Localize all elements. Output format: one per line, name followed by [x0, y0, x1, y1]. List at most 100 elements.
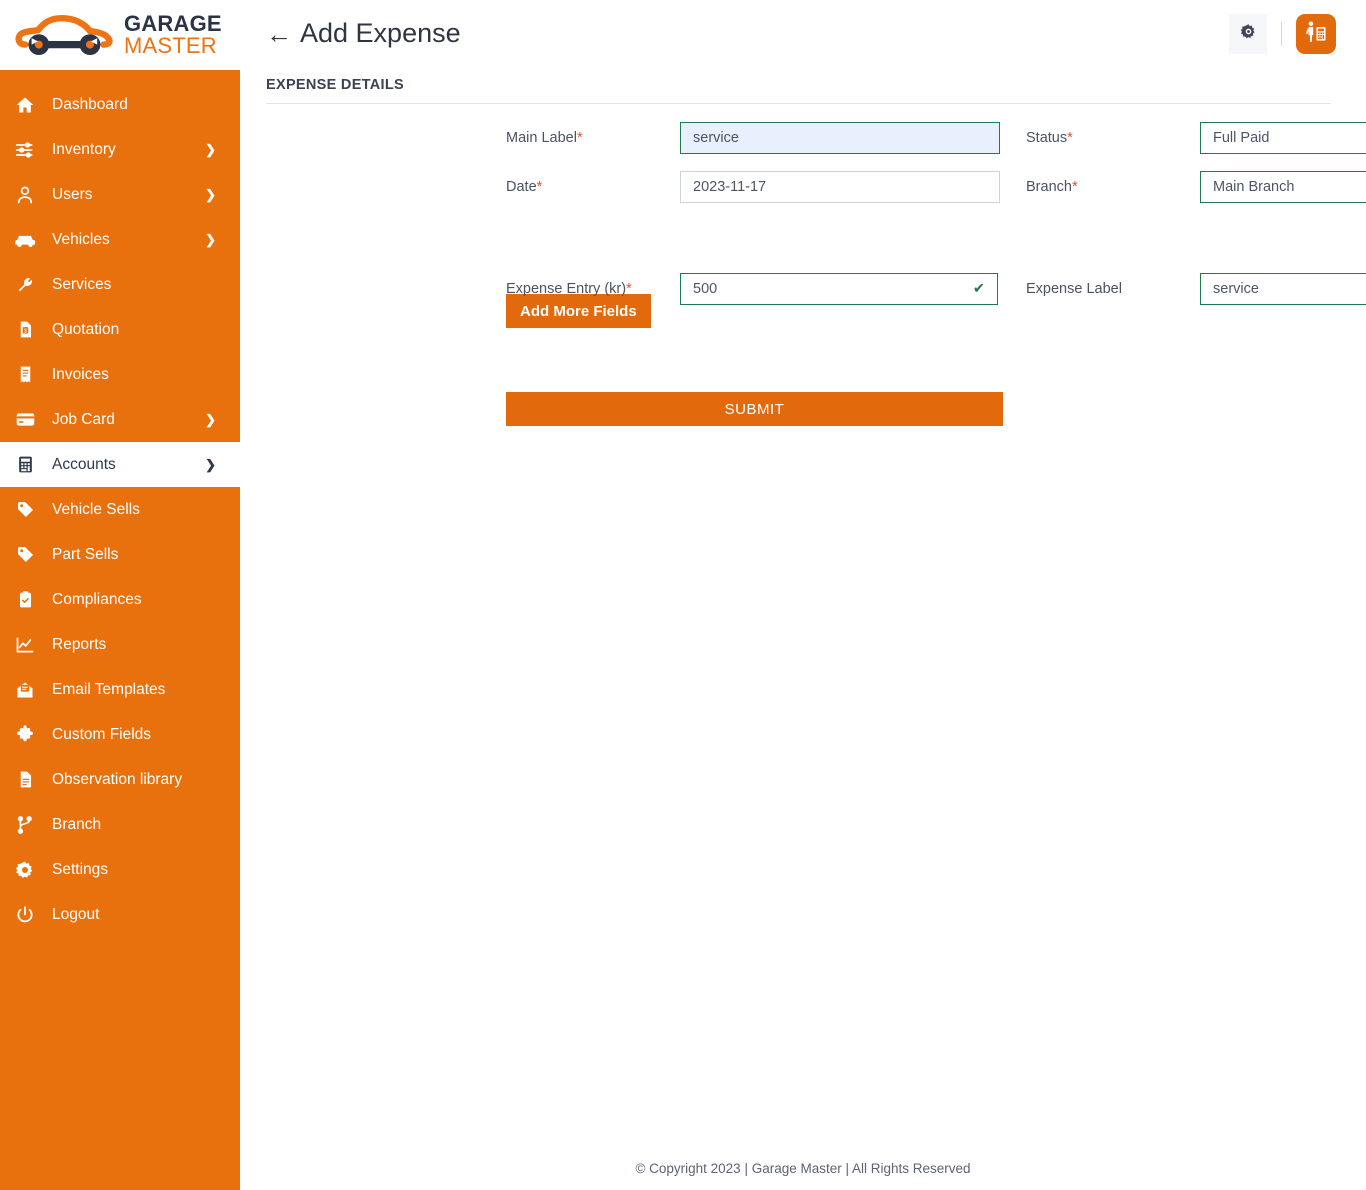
sidebar-item-branch[interactable]: Branch [0, 802, 240, 847]
sidebar-item-label: Accounts [52, 456, 116, 474]
sidebar-item-label: Email Templates [52, 681, 165, 699]
main-label-input[interactable]: service [680, 122, 1000, 154]
tag-icon [14, 544, 36, 566]
field-row-expense-label: Expense Label service ✔ [1026, 273, 1366, 305]
sidebar-item-label: Observation library [52, 771, 182, 789]
sliders-icon [14, 139, 36, 161]
sidebar-item-observation-library[interactable]: Observation library [0, 757, 240, 802]
sidebar-item-custom-fields[interactable]: Custom Fields [0, 712, 240, 757]
sidebar-item-inventory[interactable]: Inventory ❯ [0, 127, 240, 172]
accountant-icon [1303, 19, 1329, 50]
brand-line-2: MASTER [124, 35, 222, 57]
sidebar-item-label: Quotation [52, 321, 119, 339]
field-row-date: Date* 2023-11-17 [506, 171, 1000, 203]
tag-icon [14, 499, 36, 521]
submit-button[interactable]: SUBMIT [506, 392, 1003, 426]
page-title-text: Add Expense [300, 18, 461, 49]
user-icon [14, 184, 36, 206]
gear-icon [14, 859, 36, 881]
chevron-right-icon: ❯ [205, 187, 216, 203]
sidebar-item-label: Logout [52, 906, 99, 924]
field-row-main-label: Main Label* service [506, 122, 1000, 154]
main-label-label: Main Label* [506, 130, 680, 146]
page-title: ← Add Expense [266, 18, 461, 49]
sidebar-item-accounts[interactable]: Accounts ❯ [0, 442, 240, 487]
sidebar-item-invoices[interactable]: Invoices [0, 352, 240, 397]
accountant-button[interactable] [1296, 14, 1336, 54]
expense-entry-value: 500 [693, 281, 717, 297]
file-icon [14, 769, 36, 791]
branch-select[interactable]: Main Branch ✔ [1200, 171, 1366, 203]
sidebar-item-vehicles[interactable]: Vehicles ❯ [0, 217, 240, 262]
invoice-icon [14, 364, 36, 386]
sidebar-item-users[interactable]: Users ❯ [0, 172, 240, 217]
required-marker: * [577, 130, 583, 146]
main-content: EXPENSE DETAILS Main Label* service Stat… [240, 70, 1366, 1190]
wrench-icon [14, 274, 36, 296]
sidebar-item-label: Compliances [52, 591, 142, 609]
sidebar-item-email-templates[interactable]: Email Templates [0, 667, 240, 712]
status-select[interactable]: Full Paid ✔ [1200, 122, 1366, 154]
sidebar-item-label: Reports [52, 636, 106, 654]
settings-button[interactable] [1229, 14, 1267, 54]
branch-label: Branch* [1026, 179, 1200, 195]
sidebar-item-reports[interactable]: Reports [0, 622, 240, 667]
label-text: Status [1026, 130, 1067, 146]
section-divider [266, 103, 1330, 104]
chart-line-icon [14, 634, 36, 656]
sidebar-item-logout[interactable]: Logout [0, 892, 240, 937]
label-text: Branch [1026, 179, 1072, 195]
sidebar-item-part-sells[interactable]: Part Sells [0, 532, 240, 577]
sidebar-item-label: Services [52, 276, 111, 294]
chevron-right-icon: ❯ [205, 142, 216, 158]
svg-text:$: $ [24, 328, 27, 334]
brand-text: GARAGE MASTER [124, 13, 222, 58]
sidebar-item-label: Job Card [52, 411, 115, 429]
required-marker: * [1072, 179, 1078, 195]
main-label-value: service [693, 130, 739, 146]
branch-value: Main Branch [1213, 179, 1294, 195]
label-text: Date [506, 179, 537, 195]
sidebar-item-label: Part Sells [52, 546, 118, 564]
sidebar-item-label: Vehicle Sells [52, 501, 140, 519]
sidebar-item-label: Settings [52, 861, 108, 879]
chevron-right-icon: ❯ [205, 457, 216, 473]
status-label: Status* [1026, 130, 1200, 146]
power-icon [14, 904, 36, 926]
sidebar-item-label: Inventory [52, 141, 116, 159]
section-title: EXPENSE DETAILS [266, 77, 404, 93]
required-marker: * [626, 281, 632, 297]
sidebar-item-label: Branch [52, 816, 101, 834]
sidebar-item-compliances[interactable]: Compliances [0, 577, 240, 622]
sidebar-item-dashboard[interactable]: Dashboard [0, 82, 240, 127]
required-marker: * [1067, 130, 1073, 146]
date-input[interactable]: 2023-11-17 [680, 171, 1000, 203]
sidebar-item-label: Custom Fields [52, 726, 151, 744]
back-arrow-icon[interactable]: ← [266, 21, 292, 47]
date-value: 2023-11-17 [693, 179, 766, 195]
expense-label-input[interactable]: service ✔ [1200, 273, 1366, 305]
expense-label-value: service [1213, 281, 1259, 297]
date-label: Date* [506, 179, 680, 195]
brand-line-1: GARAGE [124, 13, 222, 35]
quote-document-icon: $ [14, 319, 36, 341]
label-text: Expense Label [1026, 281, 1122, 297]
sidebar-item-services[interactable]: Services [0, 262, 240, 307]
topbar: ← Add Expense [240, 0, 1366, 70]
topbar-actions [1229, 14, 1336, 54]
field-row-branch: Branch* Main Branch ✔ [1026, 171, 1366, 203]
sidebar-item-settings[interactable]: Settings [0, 847, 240, 892]
brand-logo-area[interactable]: GARAGE MASTER [0, 0, 240, 70]
chevron-right-icon: ❯ [205, 412, 216, 428]
sidebar-item-vehicle-sells[interactable]: Vehicle Sells [0, 487, 240, 532]
calculator-icon [14, 454, 36, 476]
puzzle-icon [14, 724, 36, 746]
expense-entry-label: Expense Entry (kr)* [506, 281, 680, 297]
sidebar-item-job-card[interactable]: Job Card ❯ [0, 397, 240, 442]
expense-entry-input[interactable]: 500 ✔ [680, 273, 998, 305]
field-row-expense-entry: Expense Entry (kr)* 500 ✔ [506, 273, 1000, 305]
card-icon [14, 409, 36, 431]
sidebar-item-quotation[interactable]: $ Quotation [0, 307, 240, 352]
sidebar-item-label: Invoices [52, 366, 109, 384]
app-root: GARAGE MASTER Dashboard Inventory ❯ [0, 0, 1366, 1190]
